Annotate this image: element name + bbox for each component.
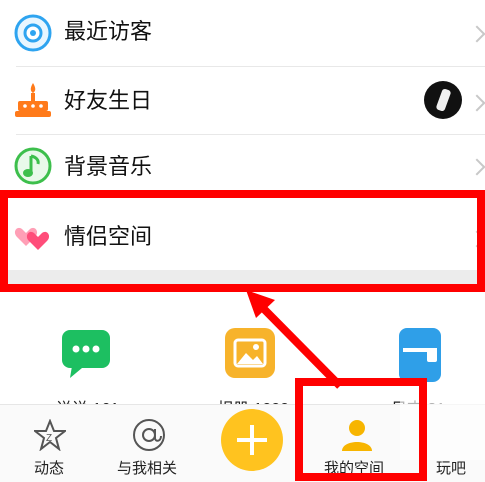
plus-icon — [237, 425, 267, 455]
highlight-box-my-space — [295, 378, 427, 481]
chevron-right-icon — [468, 94, 485, 112]
menu-item-friend-birthday[interactable]: 好友生日 — [0, 67, 485, 133]
photo-icon — [225, 328, 275, 378]
music-note-icon — [14, 147, 52, 185]
svg-text:Z: Z — [46, 433, 52, 444]
at-icon — [133, 419, 165, 451]
create-post-button[interactable] — [221, 409, 283, 471]
chevron-right-icon — [468, 25, 485, 43]
menu-item-label: 最近访客 — [64, 19, 153, 44]
menu-item-label: 背景音乐 — [64, 154, 153, 179]
menu-item-recent-visitors[interactable]: 最近访客 — [0, 0, 485, 66]
tab-label: 玩吧 — [436, 460, 467, 477]
eye-icon — [14, 14, 52, 52]
menu-item-label: 好友生日 — [64, 88, 153, 113]
chevron-right-icon — [468, 158, 485, 176]
tab-feed[interactable]: Z 动态 — [10, 405, 90, 481]
tab-label: 动态 — [34, 460, 65, 477]
highlight-box-couple-space — [0, 190, 485, 292]
cake-icon — [15, 83, 51, 117]
tab-related-to-me[interactable]: 与我相关 — [105, 405, 195, 481]
chat-bubble-icon — [62, 330, 110, 378]
avatar — [424, 81, 462, 119]
wallet-icon — [399, 328, 441, 382]
tab-label: 与我相关 — [117, 460, 178, 477]
menu-item-background-music[interactable]: 背景音乐 — [0, 135, 485, 191]
grid-item-shuoshuo[interactable]: 说说 161 — [40, 310, 140, 418]
star-icon: Z — [34, 419, 66, 451]
